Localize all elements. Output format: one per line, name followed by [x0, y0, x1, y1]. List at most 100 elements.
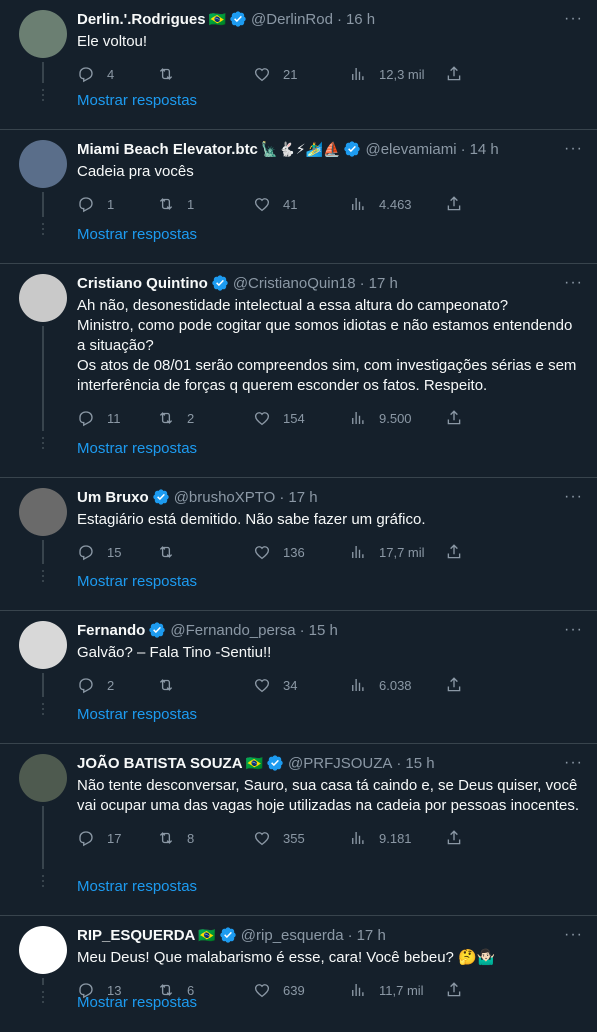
view-count: 12,3 mil: [379, 66, 425, 82]
avatar[interactable]: [19, 10, 67, 58]
like-button[interactable]: 639: [253, 981, 349, 999]
handle[interactable]: @brushoXPTO: [174, 489, 276, 506]
reply-count: 1: [107, 196, 115, 212]
avatar[interactable]: [19, 621, 67, 669]
retweet-icon: [159, 679, 173, 691]
display-name[interactable]: Cristiano Quintino: [77, 275, 208, 292]
like-button[interactable]: 154: [253, 409, 349, 427]
share-button[interactable]: [445, 195, 463, 213]
retweet-button[interactable]: 8: [157, 829, 253, 847]
tweet[interactable]: Um Bruxo @brushoXPTO · 17 h Estagiário e…: [0, 478, 597, 611]
thread-dots: [37, 570, 49, 585]
timestamp[interactable]: 17 h: [369, 275, 398, 292]
reply-button[interactable]: 4: [77, 65, 157, 83]
share-button[interactable]: [445, 543, 463, 561]
timestamp[interactable]: 15 h: [309, 622, 338, 639]
views-button[interactable]: 9.500: [349, 409, 445, 427]
avatar[interactable]: [19, 274, 67, 322]
more-options-icon[interactable]: ···: [564, 926, 583, 944]
more-options-icon[interactable]: ···: [564, 488, 583, 506]
thread-line: [42, 673, 44, 697]
timestamp[interactable]: 17 h: [288, 489, 317, 506]
views-button[interactable]: 17,7 mil: [349, 543, 445, 561]
reply-button[interactable]: 15: [77, 543, 157, 561]
show-replies-link[interactable]: Mostrar respostas: [77, 573, 197, 590]
more-options-icon[interactable]: ···: [564, 274, 583, 292]
share-button[interactable]: [445, 409, 463, 427]
separator-dot: ·: [336, 10, 342, 28]
display-name[interactable]: Miami Beach Elevator.btc: [77, 141, 258, 158]
show-replies-link[interactable]: Mostrar respostas: [77, 706, 197, 723]
action-bar: 15 136 17,7 mil: [77, 542, 583, 562]
reply-button[interactable]: 2: [77, 676, 157, 694]
retweet-button[interactable]: 1: [157, 195, 253, 213]
retweet-button[interactable]: [157, 676, 253, 694]
like-button[interactable]: 136: [253, 543, 349, 561]
more-options-icon[interactable]: ···: [564, 10, 583, 28]
share-button[interactable]: [445, 676, 463, 694]
tweet[interactable]: Cristiano Quintino @CristianoQuin18 · 17…: [0, 264, 597, 478]
handle[interactable]: @elevamiami: [365, 141, 456, 158]
share-button[interactable]: [445, 829, 463, 847]
handle[interactable]: @rip_esquerda: [241, 927, 344, 944]
view-count: 17,7 mil: [379, 544, 425, 560]
retweet-button[interactable]: [157, 65, 253, 83]
views-button[interactable]: 9.181: [349, 829, 445, 847]
more-options-icon[interactable]: ···: [564, 140, 583, 158]
share-button[interactable]: [445, 981, 463, 999]
views-button[interactable]: 4.463: [349, 195, 445, 213]
views-button[interactable]: 6.038: [349, 676, 445, 694]
retweet-button[interactable]: 2: [157, 409, 253, 427]
tweet[interactable]: RIP_ESQUERDA 🇧🇷 @rip_esquerda · 17 h Meu…: [0, 916, 597, 1032]
share-button[interactable]: [445, 65, 463, 83]
views-button[interactable]: 11,7 mil: [349, 981, 445, 999]
heart-icon: [254, 832, 270, 846]
reply-count: 2: [107, 677, 115, 693]
timestamp[interactable]: 16 h: [346, 11, 375, 28]
avatar[interactable]: [19, 754, 67, 802]
reply-button[interactable]: 1: [77, 195, 157, 213]
reply-icon: [79, 831, 93, 847]
reply-icon: [79, 545, 93, 561]
like-button[interactable]: 34: [253, 676, 349, 694]
show-replies-link[interactable]: Mostrar respostas: [77, 92, 197, 109]
show-replies-link[interactable]: Mostrar respostas: [77, 878, 197, 895]
retweet-button[interactable]: [157, 543, 253, 561]
like-button[interactable]: 21: [253, 65, 349, 83]
more-options-icon[interactable]: ···: [564, 754, 583, 772]
verified-badge-icon: [219, 926, 237, 944]
handle[interactable]: @CristianoQuin18: [233, 275, 356, 292]
tweet[interactable]: Miami Beach Elevator.btc 🗽🐇⚡🏄‍♂️⛵ @eleva…: [0, 130, 597, 264]
reply-icon: [79, 197, 93, 213]
show-replies-link[interactable]: Mostrar respostas: [77, 226, 197, 243]
show-replies-link[interactable]: Mostrar respostas: [77, 994, 197, 1011]
handle[interactable]: @PRFJSOUZA: [288, 755, 392, 772]
display-name[interactable]: Derlin.'.Rodrigues: [77, 11, 206, 28]
like-count: 34: [283, 677, 298, 693]
tweet[interactable]: Derlin.'.Rodrigues 🇧🇷 @DerlinRod · 16 h …: [0, 0, 597, 130]
more-options-icon[interactable]: ···: [564, 621, 583, 639]
display-name[interactable]: RIP_ESQUERDA: [77, 927, 195, 944]
retweet-icon: [159, 198, 173, 210]
handle[interactable]: @Fernando_persa: [170, 622, 295, 639]
like-count: 21: [283, 66, 298, 82]
show-replies-link[interactable]: Mostrar respostas: [77, 440, 197, 457]
views-button[interactable]: 12,3 mil: [349, 65, 445, 83]
reply-button[interactable]: 11: [77, 409, 157, 427]
like-button[interactable]: 41: [253, 195, 349, 213]
avatar[interactable]: [19, 926, 67, 974]
display-name[interactable]: Fernando: [77, 622, 145, 639]
tweet[interactable]: Fernando @Fernando_persa · 15 h Galvão? …: [0, 611, 597, 744]
handle[interactable]: @DerlinRod: [251, 11, 333, 28]
avatar[interactable]: [19, 488, 67, 536]
tweet[interactable]: JOÃO BATISTA SOUZA 🇧🇷 @PRFJSOUZA · 15 h …: [0, 744, 597, 916]
timestamp[interactable]: 15 h: [405, 755, 434, 772]
reply-button[interactable]: 17: [77, 829, 157, 847]
timestamp[interactable]: 14 h: [470, 141, 499, 158]
reply-count: 11: [107, 410, 121, 426]
display-name[interactable]: Um Bruxo: [77, 489, 149, 506]
avatar[interactable]: [19, 140, 67, 188]
display-name[interactable]: JOÃO BATISTA SOUZA: [77, 755, 243, 772]
timestamp[interactable]: 17 h: [357, 927, 386, 944]
like-button[interactable]: 355: [253, 829, 349, 847]
